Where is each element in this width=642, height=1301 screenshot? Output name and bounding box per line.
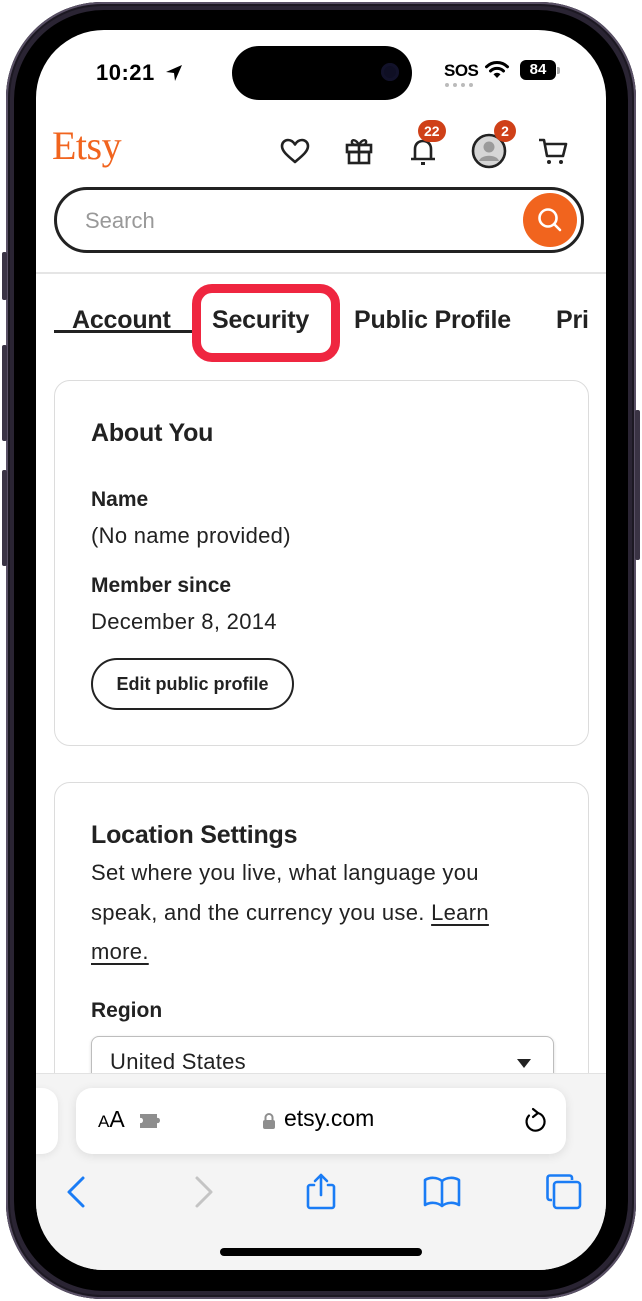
- edit-public-profile-button[interactable]: Edit public profile: [91, 658, 294, 710]
- action-button: [2, 252, 7, 300]
- name-label: Name: [91, 488, 149, 511]
- member-since-label: Member since: [91, 574, 232, 597]
- tabs-button[interactable]: [544, 1172, 584, 1212]
- active-tab-underline: [54, 330, 195, 333]
- caret-down-icon: [517, 1059, 531, 1068]
- back-button[interactable]: [58, 1172, 98, 1212]
- reload-icon[interactable]: [522, 1107, 548, 1135]
- bookmarks-button[interactable]: [422, 1172, 462, 1212]
- location-description-text: Set where you live, what language you sp…: [91, 860, 479, 925]
- security-tab-highlight: [192, 284, 340, 362]
- gift-icon[interactable]: [342, 134, 376, 168]
- member-since-value: December 8, 2014: [91, 609, 277, 634]
- sos-indicator: SOS: [444, 61, 479, 80]
- url-text: etsy.com: [284, 1105, 375, 1131]
- safari-toolbar: AA etsy.com: [36, 1073, 606, 1270]
- previous-tab-pill[interactable]: [36, 1088, 58, 1154]
- tab-public-profile[interactable]: Public Profile: [354, 306, 511, 335]
- account-badge: 2: [494, 120, 516, 142]
- search-icon: [538, 208, 562, 232]
- about-you-title: About You: [91, 419, 214, 447]
- screen: 10:21 SOS 84 Etsy 22 2 Search Account Se…: [36, 30, 606, 1270]
- search-bar: [54, 187, 584, 253]
- etsy-logo[interactable]: Etsy: [52, 122, 122, 169]
- extension-puzzle-icon[interactable]: [138, 1111, 164, 1131]
- tab-privacy[interactable]: Pri: [556, 306, 589, 335]
- forward-button[interactable]: [182, 1172, 222, 1212]
- region-value: United States: [110, 1049, 246, 1074]
- battery-indicator: 84: [520, 60, 556, 80]
- text-size-large-glyph: A: [109, 1106, 125, 1132]
- status-time: 10:21: [96, 60, 155, 85]
- wifi-icon: [485, 61, 509, 78]
- search-button[interactable]: [523, 193, 577, 247]
- location-description: Set where you live, what language you sp…: [91, 853, 551, 972]
- name-value: (No name provided): [91, 523, 291, 548]
- lock-icon: [263, 1113, 275, 1129]
- power-button: [635, 410, 640, 560]
- text-size-button[interactable]: AA: [98, 1106, 125, 1133]
- text-size-small-glyph: A: [98, 1112, 110, 1131]
- header-divider: [36, 272, 606, 274]
- about-you-card: About You Name (No name provided) Member…: [54, 380, 589, 746]
- heart-icon[interactable]: [278, 134, 312, 168]
- location-arrow-icon: [166, 65, 182, 81]
- home-indicator[interactable]: [220, 1248, 422, 1256]
- address-bar[interactable]: AA etsy.com: [76, 1088, 566, 1154]
- search-input[interactable]: [83, 204, 507, 238]
- volume-up-button: [2, 345, 7, 441]
- signal-dots-icon: [445, 83, 473, 87]
- share-button[interactable]: [301, 1172, 341, 1212]
- region-label: Region: [91, 999, 163, 1022]
- volume-down-button: [2, 470, 7, 566]
- notifications-badge: 22: [418, 120, 446, 142]
- front-camera: [381, 63, 399, 81]
- location-settings-title: Location Settings: [91, 821, 298, 849]
- cart-icon[interactable]: [536, 134, 570, 168]
- battery-nub: [557, 67, 560, 74]
